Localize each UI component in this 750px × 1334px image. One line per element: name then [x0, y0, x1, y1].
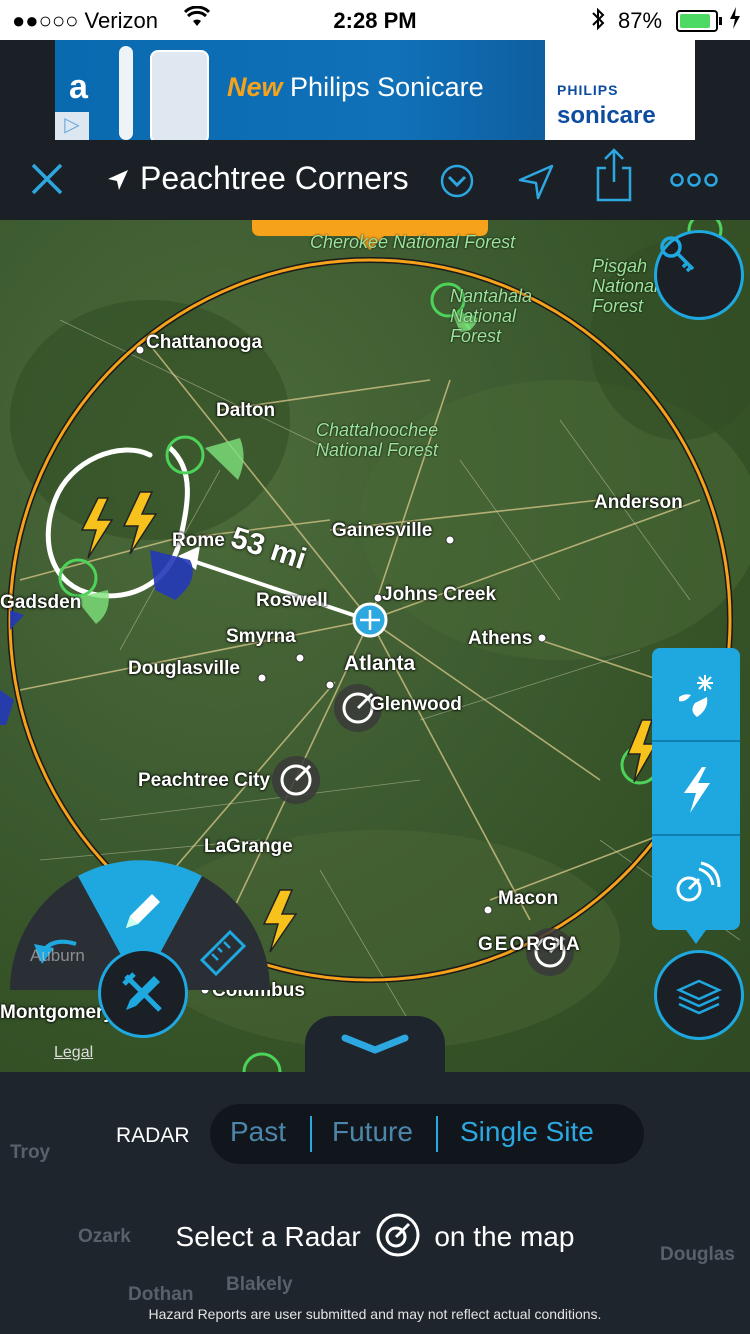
select-radar-instruction: Select a Radar on the map: [0, 1212, 750, 1265]
city-label: Roswell: [256, 590, 328, 611]
layers-button[interactable]: [654, 950, 744, 1040]
more-icon[interactable]: [670, 170, 718, 195]
city-label: Dalton: [216, 400, 276, 421]
city-label: Johns Creek: [382, 584, 497, 605]
key-button[interactable]: [654, 230, 744, 320]
tab-future[interactable]: Future: [332, 1116, 413, 1148]
ad-banner[interactable]: a ▷ New Philips Sonicare PHILIPS sonicar…: [55, 40, 695, 140]
city-label: Peachtree City: [138, 770, 271, 791]
draw-tools-button[interactable]: [98, 948, 188, 1038]
lightning-layer-button[interactable]: [652, 742, 740, 836]
tab-single-site[interactable]: Single Site: [460, 1116, 594, 1148]
battery-fill: [680, 14, 710, 28]
chevron-down-icon: [339, 1032, 411, 1061]
toothbrush-image: [119, 46, 133, 140]
layers-icon: [675, 976, 723, 1015]
layer-panel: [652, 648, 740, 944]
status-bar: ●●○○○ Verizon 2:28 PM 87%: [0, 0, 750, 40]
winter-precip-icon: [671, 672, 721, 718]
battery-icon: [676, 10, 722, 32]
ad-new-label: New: [227, 72, 283, 102]
city-label: Montgomery: [0, 1002, 114, 1023]
city-label: Auburn: [30, 946, 85, 965]
city-label: Athens: [468, 628, 533, 649]
ghost-map-label: Troy: [10, 1142, 51, 1163]
instruction-text-after: on the map: [434, 1220, 575, 1252]
forest-label-chattahoochee: Chattahoochee National Forest: [316, 420, 439, 460]
draw-tools-icon: [120, 971, 166, 1012]
city-label: Rome: [172, 530, 225, 551]
ad-brand-line2: sonicare: [557, 102, 656, 129]
radar-site-layer-button[interactable]: [652, 836, 740, 928]
radar-mode-segmented-control: Past Future Single Site: [210, 1104, 644, 1164]
location-title[interactable]: Peachtree Corners: [140, 160, 409, 197]
amazon-logo: a: [69, 68, 88, 106]
pencil-icon[interactable]: [118, 888, 166, 941]
lightning-icon: [676, 766, 716, 814]
close-icon[interactable]: [30, 162, 64, 205]
chevron-down-icon[interactable]: [440, 164, 474, 203]
radar-site-icon: [375, 1212, 421, 1265]
ghost-map-label: Dothan: [128, 1284, 194, 1305]
location-arrow-icon: [106, 168, 130, 197]
charging-icon: [728, 6, 742, 36]
bluetooth-icon: [590, 6, 606, 38]
ad-product-label: Philips Sonicare: [290, 72, 484, 102]
ad-brand-line1: PHILIPS: [557, 82, 619, 98]
phone-image: [150, 50, 209, 140]
city-label: GEORGIA: [478, 934, 582, 955]
panel-pointer: [686, 930, 706, 944]
city-label: Gainesville: [332, 520, 433, 541]
adchoices-icon[interactable]: ▷: [55, 112, 89, 140]
ruler-icon[interactable]: [196, 926, 250, 985]
forest-label-nantahala: Nantahala National Forest: [450, 286, 533, 346]
instruction-text-before: Select a Radar: [175, 1220, 361, 1252]
city-label: Chattanooga: [146, 332, 263, 353]
city-label: Douglasville: [128, 658, 240, 679]
city-label: Atlanta: [344, 652, 416, 675]
disclaimer-text: Hazard Reports are user submitted and ma…: [148, 1306, 602, 1322]
radar-label: RADAR: [116, 1124, 190, 1147]
city-label: Macon: [498, 888, 559, 909]
forest-label-cherokee: Cherokee National Forest: [310, 232, 516, 252]
city-label: Gadsden: [0, 592, 82, 613]
battery-percent: 87%: [618, 8, 663, 33]
winter-precip-button[interactable]: [652, 648, 740, 742]
legal-link[interactable]: Legal: [54, 1044, 93, 1062]
top-toolbar: Peachtree Corners: [0, 140, 750, 220]
share-icon[interactable]: [594, 146, 634, 207]
city-label: LaGrange: [204, 836, 293, 857]
city-label: Anderson: [594, 492, 683, 513]
collapse-panel-tab[interactable]: [305, 1016, 445, 1078]
city-label: Glenwood: [370, 694, 462, 715]
radar-site-icon: [671, 860, 721, 904]
ghost-map-label: Blakely: [226, 1274, 293, 1295]
tab-past[interactable]: Past: [230, 1116, 286, 1148]
city-label: Smyrna: [226, 626, 296, 647]
navigate-icon[interactable]: [516, 162, 556, 207]
ad-promo-text: New Philips Sonicare: [227, 72, 484, 103]
